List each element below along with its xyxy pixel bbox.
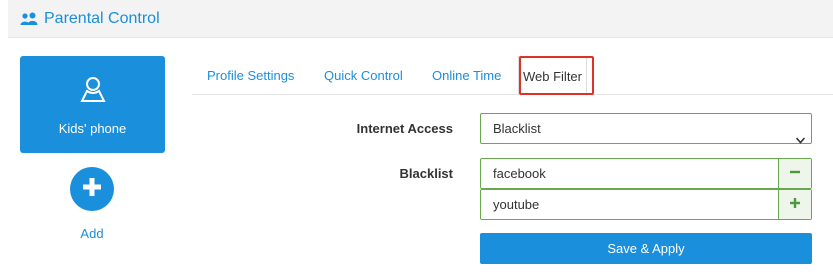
internet-access-label: Internet Access: [356, 121, 453, 136]
chevron-down-icon: [795, 125, 806, 144]
page-title: Parental Control: [44, 9, 160, 27]
tab-bar: Profile Settings Quick Control Online Ti…: [192, 56, 833, 96]
page-header: Parental Control: [8, 0, 833, 38]
internet-access-select[interactable]: Blacklist: [480, 113, 812, 144]
plus-icon: [789, 196, 801, 214]
tab-profile-settings[interactable]: Profile Settings: [207, 56, 294, 95]
user-outline-icon: [78, 74, 108, 104]
tab-quick-control[interactable]: Quick Control: [324, 56, 403, 95]
add-entry-button[interactable]: [778, 190, 811, 219]
blacklist-label: Blacklist: [399, 166, 453, 181]
blacklist-entry-value: facebook: [493, 166, 546, 181]
add-profile-button[interactable]: [70, 167, 114, 211]
minus-icon: [789, 165, 801, 183]
remove-entry-button[interactable]: [778, 159, 811, 188]
tab-online-time[interactable]: Online Time: [432, 56, 501, 95]
internet-access-value: Blacklist: [493, 121, 541, 136]
plus-icon: [81, 176, 103, 203]
tab-web-filter[interactable]: Web Filter: [518, 56, 587, 96]
profile-name: Kids' phone: [58, 121, 127, 136]
blacklist-entry-value: youtube: [493, 197, 540, 212]
profile-sidebar: Kids' phone Add: [0, 38, 185, 275]
profile-card-kids-phone[interactable]: Kids' phone: [20, 56, 165, 153]
save-apply-button[interactable]: Save & Apply: [480, 233, 812, 264]
blacklist-entry[interactable]: youtube: [480, 189, 812, 220]
blacklist-entry[interactable]: facebook: [480, 158, 812, 189]
users-icon: [20, 12, 38, 26]
add-profile-label[interactable]: Add: [70, 226, 114, 241]
